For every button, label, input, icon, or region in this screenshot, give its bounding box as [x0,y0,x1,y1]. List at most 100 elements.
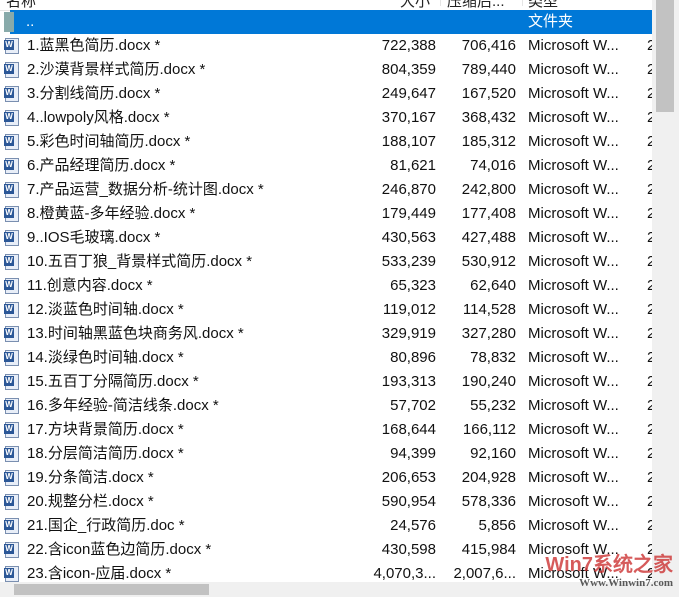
word-document-icon [4,398,19,414]
file-name: 18.分层简洁简历.docx * [27,445,184,462]
folder-icon [4,12,14,32]
file-list: .. 文件夹 1.蓝黑色简历.docx * 722,388 706,416 Mi… [0,10,655,586]
file-type: Microsoft W... [528,181,619,198]
file-name: .. [26,13,35,30]
file-packed-size: 415,984 [461,541,516,558]
file-type: Microsoft W... [528,61,619,78]
file-type: Microsoft W... [528,205,619,222]
file-name: 21.国企_行政简历.doc * [27,517,185,534]
word-document-icon [4,422,19,438]
file-name: 16.多年经验-简洁线条.docx * [27,397,219,414]
file-row[interactable]: 15.五百丁分隔简历.docx * 193,313 190,240 Micros… [0,370,655,394]
file-row[interactable]: 12.淡蓝色时间轴.docx * 119,012 114,528 Microso… [0,298,655,322]
file-size: 370,167 [381,109,436,126]
watermark-logo: Win7系统之家 Www.Winwin7.com [545,554,673,589]
file-row[interactable]: 5.彩色时间轴简历.docx * 188,107 185,312 Microso… [0,130,655,154]
file-row[interactable]: 16.多年经验-简洁线条.docx * 57,702 55,232 Micros… [0,394,655,418]
file-row[interactable]: 14.淡绿色时间轴.docx * 80,896 78,832 Microsoft… [0,346,655,370]
file-row[interactable]: 18.分层简洁简历.docx * 94,399 92,160 Microsoft… [0,442,655,466]
file-size: 168,644 [381,421,436,438]
word-document-icon [4,446,19,462]
file-size: 590,954 [381,493,436,510]
vertical-scrollbar[interactable] [652,0,679,582]
file-packed-size: 185,312 [461,133,516,150]
file-row[interactable]: 19.分条简洁.docx * 206,653 204,928 Microsoft… [0,466,655,490]
file-type: Microsoft W... [528,325,619,342]
parent-folder-row[interactable]: .. 文件夹 [4,10,652,34]
file-packed-size: 706,416 [461,37,516,54]
file-row[interactable]: 10.五百丁狼_背景样式简历.docx * 533,239 530,912 Mi… [0,250,655,274]
file-type: 文件夹 [528,13,574,30]
file-name: 10.五百丁狼_背景样式简历.docx * [27,253,253,270]
file-name: 22.含icon蓝色边简历.docx * [27,541,212,558]
word-document-icon [4,374,19,390]
file-size: 57,702 [390,397,436,414]
word-document-icon [4,470,19,486]
file-type: Microsoft W... [528,445,619,462]
file-type: Microsoft W... [528,421,619,438]
word-document-icon [4,278,19,294]
file-name: 20.规整分栏.docx * [27,493,154,510]
word-document-icon [4,350,19,366]
file-row[interactable]: 1.蓝黑色简历.docx * 722,388 706,416 Microsoft… [0,34,655,58]
file-row[interactable]: 2.沙漠背景样式简历.docx * 804,359 789,440 Micros… [0,58,655,82]
file-size: 188,107 [381,133,436,150]
file-row[interactable]: 4..lowpoly风格.docx * 370,167 368,432 Micr… [0,106,655,130]
file-size: 804,359 [381,61,436,78]
file-packed-size: 578,336 [461,493,516,510]
file-size: 65,323 [390,277,436,294]
file-size: 119,012 [382,301,436,318]
file-type: Microsoft W... [528,373,619,390]
word-document-icon [4,38,19,54]
word-document-icon [4,110,19,126]
word-document-icon [4,518,19,534]
file-packed-size: 167,520 [461,85,516,102]
scroll-thumb[interactable] [14,584,209,595]
file-type: Microsoft W... [528,349,619,366]
file-name: 3.分割线简历.docx * [27,85,161,102]
file-row[interactable]: 7.产品运营_数据分析-统计图.docx * 246,870 242,800 M… [0,178,655,202]
file-row[interactable]: 20.规整分栏.docx * 590,954 578,336 Microsoft… [0,490,655,514]
file-size: 430,563 [381,229,436,246]
file-type: Microsoft W... [528,253,619,270]
file-packed-size: 92,160 [470,445,516,462]
file-name: 14.淡绿色时间轴.docx * [27,349,184,366]
file-size: 24,576 [390,517,436,534]
word-document-icon [4,254,19,270]
file-packed-size: 789,440 [461,61,516,78]
file-type: Microsoft W... [528,85,619,102]
file-row[interactable]: 13.时间轴黑蓝色块商务风.docx * 329,919 327,280 Mic… [0,322,655,346]
file-row[interactable]: 3.分割线简历.docx * 249,647 167,520 Microsoft… [0,82,655,106]
file-size: 249,647 [381,85,436,102]
file-name: 5.彩色时间轴简历.docx * [27,133,191,150]
file-row[interactable]: 6.产品经理简历.docx * 81,621 74,016 Microsoft … [0,154,655,178]
file-row[interactable]: 21.国企_行政简历.doc * 24,576 5,856 Microsoft … [0,514,655,538]
word-document-icon [4,542,19,558]
file-type: Microsoft W... [528,397,619,414]
file-size: 533,239 [381,253,436,270]
file-type: Microsoft W... [528,301,619,318]
scroll-thumb[interactable] [656,0,674,112]
file-type: Microsoft W... [528,469,619,486]
file-size: 193,313 [381,373,436,390]
word-document-icon [4,134,19,150]
file-size: 246,870 [381,181,436,198]
file-size: 81,621 [390,157,436,174]
file-type: Microsoft W... [528,277,619,294]
file-packed-size: 242,800 [461,181,516,198]
file-name: 13.时间轴黑蓝色块商务风.docx * [27,325,244,342]
file-row[interactable]: 8.橙黄蓝-多年经验.docx * 179,449 177,408 Micros… [0,202,655,226]
file-packed-size: 327,280 [461,325,516,342]
file-packed-size: 74,016 [470,157,516,174]
word-document-icon [4,158,19,174]
file-name: 11.创意内容.docx * [27,277,153,294]
file-name: 8.橙黄蓝-多年经验.docx * [27,205,196,222]
file-name: 1.蓝黑色简历.docx * [27,37,161,54]
file-name: 6.产品经理简历.docx * [27,157,176,174]
file-row[interactable]: 11.创意内容.docx * 65,323 62,640 Microsoft W… [0,274,655,298]
file-row[interactable]: 9..IOS毛玻璃.docx * 430,563 427,488 Microso… [0,226,655,250]
file-packed-size: 368,432 [461,109,516,126]
file-packed-size: 204,928 [461,469,516,486]
file-name: 9..IOS毛玻璃.docx * [27,229,161,246]
file-row[interactable]: 17.方块背景简历.docx * 168,644 166,112 Microso… [0,418,655,442]
